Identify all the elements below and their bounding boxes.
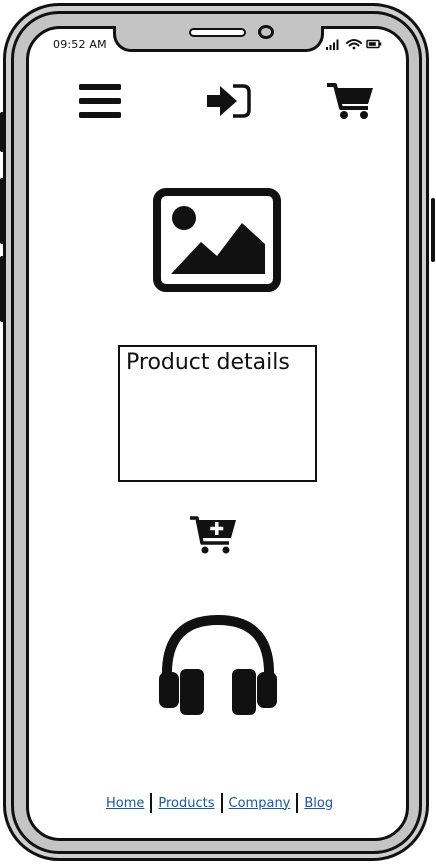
nav-link-products[interactable]: Products: [152, 796, 220, 811]
image-icon: [153, 188, 283, 292]
front-camera: [258, 25, 274, 39]
nav-link-blog[interactable]: Blog: [298, 796, 339, 811]
status-icons: [326, 37, 384, 51]
side-button-left: [0, 112, 4, 152]
hamburger-menu-icon[interactable]: [79, 83, 122, 119]
side-button-left: [0, 256, 4, 322]
battery-icon: [366, 39, 382, 49]
headphones-icon: [157, 612, 279, 718]
status-time: 09:52 AM: [53, 38, 107, 51]
nav-link-home[interactable]: Home: [100, 796, 150, 811]
product-details-title: Product details: [126, 350, 290, 375]
sign-in-icon[interactable]: [206, 83, 251, 119]
side-button-right: [431, 198, 435, 262]
wifi-icon: [346, 39, 362, 50]
speaker-grille: [189, 28, 246, 37]
side-button-left: [0, 178, 4, 244]
nav-link-company[interactable]: Company: [223, 796, 297, 811]
product-details-panel: Product details: [118, 345, 317, 482]
footer-nav: Home Products Company Blog: [100, 791, 339, 815]
signal-icon: [326, 39, 339, 50]
cart-plus-icon[interactable]: [189, 515, 237, 555]
shopping-cart-icon[interactable]: [327, 81, 375, 121]
